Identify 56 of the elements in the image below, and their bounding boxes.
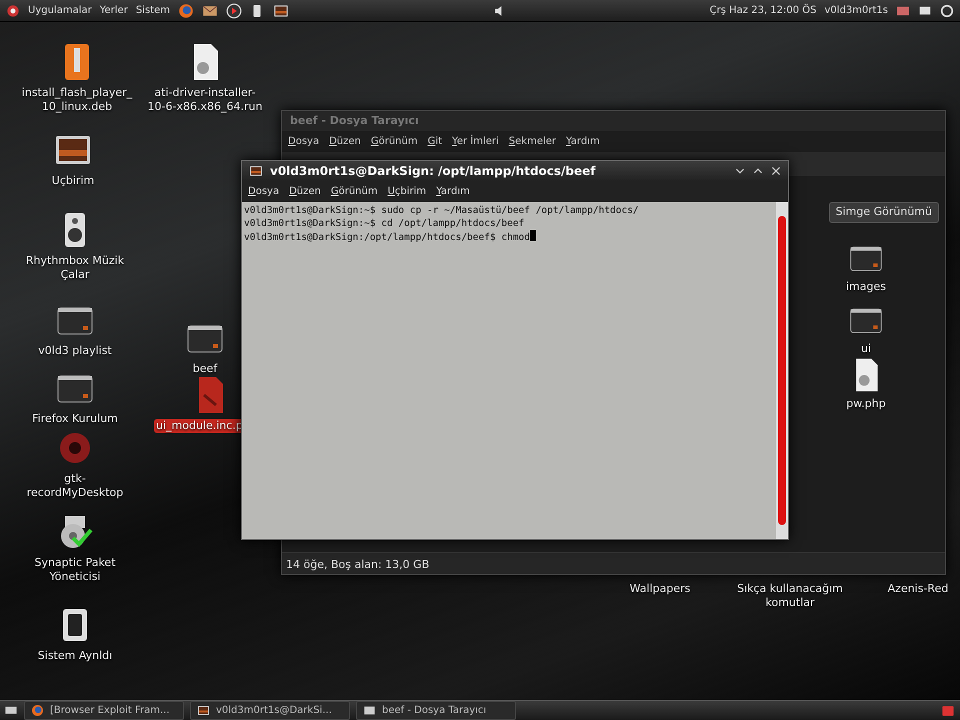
file-label[interactable]: images [844, 280, 888, 294]
menu-item[interactable]: Dosya [288, 134, 320, 149]
panel-menu[interactable]: Yerler [100, 3, 128, 18]
panel-clock: Çrş Haz 23, 12:00 ÖS [710, 3, 817, 18]
scrollbar[interactable] [776, 202, 788, 539]
player-icon [226, 2, 242, 18]
terminal-icon [197, 704, 210, 717]
terminal-icon [272, 2, 290, 18]
browser-icon [31, 704, 44, 717]
logo-icon [6, 4, 20, 18]
desktop-icon-label[interactable]: Wallpapers [628, 582, 692, 596]
status-bar: 14 öğe, Boş alan: 13,0 GB [282, 552, 945, 574]
terminal-line: v0ld3m0rt1s@DarkSign:~$ cd /opt/lampp/htdocs/beef [244, 218, 524, 229]
menu-item[interactable]: Görünüm [370, 134, 418, 149]
window-title: v0ld3m0rt1s@DarkSign: /opt/lampp/htdocs/beef [270, 163, 597, 180]
desktop-icon-label[interactable]: Sıkça kullanacağım komutlar [730, 582, 850, 610]
desktop-icon-label[interactable]: Azenis-Red [886, 582, 950, 596]
taskbar-button[interactable]: [Browser Exploit Fram... [24, 701, 184, 720]
power-icon [940, 4, 954, 18]
menu-item[interactable]: Yer İmleri [452, 134, 499, 149]
panel-menu[interactable]: Uygulamalar [28, 3, 92, 18]
desktop-icon-label[interactable]: Rhythmbox Müzik Çalar [15, 254, 135, 282]
menu-item[interactable]: Uçbirim [388, 184, 426, 199]
menu-item[interactable]: Düzen [289, 184, 321, 199]
folder-icon [363, 704, 376, 717]
terminal-line: v0ld3m0rt1s@DarkSign:~$ sudo cp -r ~/Masaüstü/beef /opt/lampp/htdocs/ [244, 205, 639, 216]
menu-item[interactable]: Görünüm [330, 184, 378, 199]
desktop-icon-label[interactable]: install_flash_player_ 10_linux.deb [17, 86, 137, 114]
scrollbar-thumb[interactable] [778, 216, 786, 525]
file-label[interactable]: ui [858, 342, 874, 356]
browser-icon [178, 2, 194, 18]
view-select[interactable]: Simge Görünümü [828, 202, 939, 222]
desktop-icon-label[interactable]: Firefox Kurulum [30, 412, 120, 426]
menu-item[interactable]: Yardım [566, 134, 600, 149]
desktop-icon-label[interactable]: gtk-recordMyDesktop [15, 472, 135, 500]
menu-item[interactable]: Dosya [248, 184, 280, 199]
desktop-icon-label[interactable]: beef [190, 362, 220, 376]
menu-item[interactable]: Düzen [329, 134, 361, 149]
menu-item[interactable]: Git [428, 134, 442, 149]
window-title: beef - Dosya Tarayıcı [282, 111, 945, 131]
desktop-icon-label[interactable]: v0ld3 playlist [36, 344, 114, 358]
panel-user: v0ld3m0rt1s [824, 4, 888, 18]
desktop-icon-label[interactable]: Uçbirim [50, 174, 96, 188]
close-icon [770, 165, 782, 177]
desktop-icon-label[interactable]: ati-driver-installer-10-6-x86.x86_64.run [145, 86, 265, 114]
panel-menu[interactable]: Sistem [136, 3, 170, 18]
taskbar-button[interactable]: v0ld3m0rt1s@DarkSi... [190, 701, 350, 720]
terminal-line: v0ld3m0rt1s@DarkSign:/opt/lampp/htdocs/beef$ chmod [244, 232, 530, 243]
cursor [530, 230, 536, 241]
terminal-icon [248, 164, 264, 178]
desktop-icon-label[interactable]: Sistem Aynldı [36, 649, 114, 663]
taskbar-button[interactable]: beef - Dosya Tarayıcı [356, 701, 516, 720]
file-label[interactable]: pw.php [844, 397, 888, 411]
menu-item[interactable]: Yardım [436, 184, 470, 199]
desktop-icon-label[interactable]: Synaptic Paket Yöneticisi [15, 556, 135, 584]
menu-item[interactable]: Sekmeler [508, 134, 556, 149]
